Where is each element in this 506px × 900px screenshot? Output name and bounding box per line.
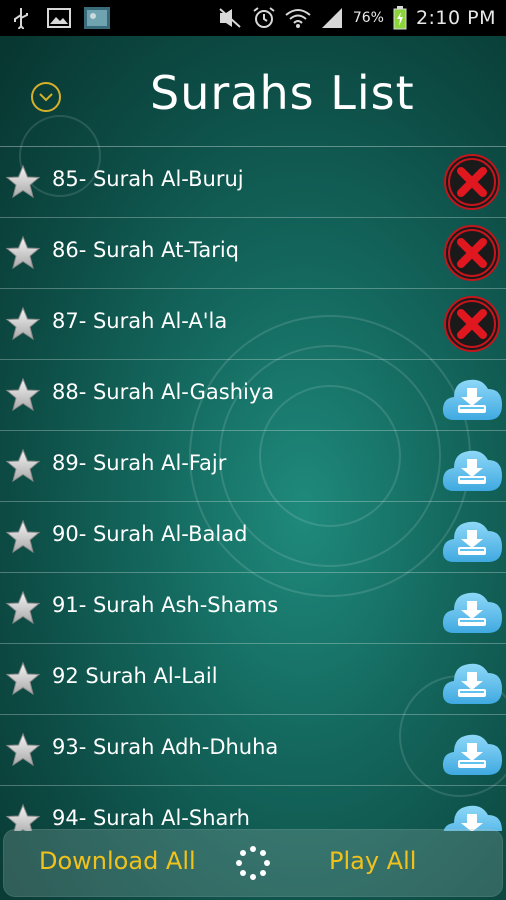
surah-row[interactable]: 94- Surah Al-Sharh [0,786,506,831]
download-cloud-icon[interactable] [440,364,504,426]
favorite-star-icon[interactable] [5,377,41,413]
download-cloud-icon[interactable] [440,435,504,497]
play-all-button[interactable]: Play All [329,847,416,875]
surah-label[interactable]: 87- Surah Al-A'la [52,309,227,333]
favorite-star-icon[interactable] [5,164,41,200]
surah-label[interactable]: 89- Surah Al-Fajr [52,451,226,475]
surah-row[interactable]: 86- Surah At-Tariq [0,218,506,289]
battery-charging-icon [392,6,408,30]
collapse-button[interactable] [31,82,61,112]
download-cloud-icon[interactable] [440,506,504,568]
download-cloud-icon[interactable] [440,648,504,710]
page-title: Surahs List [150,66,415,120]
favorite-star-icon[interactable] [5,306,41,342]
surah-label[interactable]: 90- Surah Al-Balad [52,522,247,546]
surah-row[interactable]: 92 Surah Al-Lail [0,644,506,715]
status-bar: 76% 2:10 PM [0,0,506,36]
bottom-bar: Download All Play All [3,829,503,897]
download-cloud-icon[interactable] [440,790,504,831]
favorite-star-icon[interactable] [5,590,41,626]
loading-spinner-icon [236,846,270,880]
surah-row[interactable]: 91- Surah Ash-Shams [0,573,506,644]
download-cloud-icon[interactable] [440,719,504,781]
wifi-icon [285,6,311,30]
surah-row[interactable]: 88- Surah Al-Gashiya [0,360,506,431]
gallery-icon [46,6,72,30]
surah-list[interactable]: 85- Surah Al-Buruj 86- Surah At-Tariq 87- … [0,146,506,831]
header: Surahs List [0,36,506,146]
delete-icon[interactable] [443,224,501,282]
surah-label[interactable]: 91- Surah Ash-Shams [52,593,278,617]
download-cloud-icon[interactable] [440,577,504,639]
surah-label[interactable]: 92 Surah Al-Lail [52,664,218,688]
favorite-star-icon[interactable] [5,519,41,555]
status-time: 2:10 PM [415,7,496,29]
mute-icon [217,6,243,30]
surah-row[interactable]: 90- Surah Al-Balad [0,502,506,573]
surah-row[interactable]: 89- Surah Al-Fajr [0,431,506,502]
signal-icon [319,6,345,30]
chevron-down-icon [39,93,53,102]
favorite-star-icon[interactable] [5,235,41,271]
usb-icon [8,6,34,30]
favorite-star-icon[interactable] [5,661,41,697]
surah-row[interactable]: 93- Surah Adh-Dhuha [0,715,506,786]
favorite-star-icon[interactable] [5,448,41,484]
surah-label[interactable]: 93- Surah Adh-Dhuha [52,735,278,759]
favorite-star-icon[interactable] [5,803,41,831]
surah-row[interactable]: 85- Surah Al-Buruj [0,147,506,218]
favorite-star-icon[interactable] [5,732,41,768]
download-all-button[interactable]: Download All [39,847,196,875]
surah-label[interactable]: 88- Surah Al-Gashiya [52,380,274,404]
alarm-icon [251,6,277,30]
battery-percent: 76% [352,10,384,26]
surah-row[interactable]: 87- Surah Al-A'la [0,289,506,360]
delete-icon[interactable] [443,153,501,211]
surah-label[interactable]: 85- Surah Al-Buruj [52,167,244,191]
media-thumbnail-icon [84,6,110,30]
surah-label[interactable]: 94- Surah Al-Sharh [52,806,250,830]
surah-label[interactable]: 86- Surah At-Tariq [52,238,239,262]
delete-icon[interactable] [443,295,501,353]
